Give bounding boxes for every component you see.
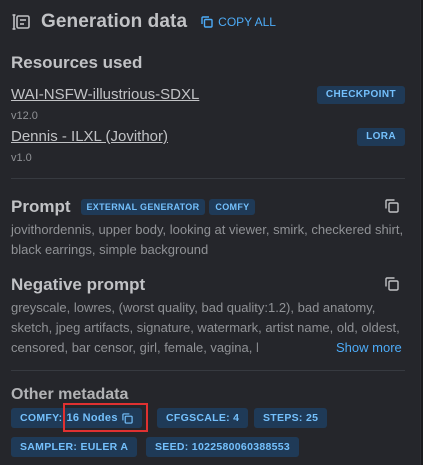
cfg-scale-chip: CFGSCALE: 4 [157, 408, 249, 428]
resources-title: Resources used [11, 53, 143, 72]
copy-prompt-icon[interactable] [385, 199, 399, 218]
prompt-badge: COMFY [209, 199, 256, 215]
copy-icon [201, 16, 213, 28]
generation-data-icon [11, 12, 31, 32]
divider [11, 178, 405, 179]
generation-data-panel: Generation data COPY ALL Resources used … [0, 0, 421, 465]
prompt-title: Prompt [11, 197, 71, 216]
show-more-link[interactable]: Show more [336, 340, 402, 355]
prompt-header: Prompt EXTERNAL GENERATOR COMFY [11, 197, 256, 217]
highlight-box [63, 403, 148, 432]
resource-link[interactable]: WAI-NSFW-illustrious-SDXL [11, 86, 199, 103]
steps-chip: STEPS: 25 [254, 408, 328, 428]
copy-all-button[interactable]: COPY ALL [201, 15, 276, 29]
resource-row: WAI-NSFW-illustrious-SDXL CHECKPOINT [11, 86, 405, 104]
prompt-badge: EXTERNAL GENERATOR [80, 199, 206, 215]
copy-all-label: COPY ALL [218, 15, 276, 29]
resource-row: Dennis - ILXL (Jovithor) LORA [11, 128, 405, 146]
header: Generation data COPY ALL [11, 9, 276, 35]
other-metadata-title: Other metadata [11, 386, 129, 403]
divider [11, 370, 405, 371]
resource-type-badge: CHECKPOINT [316, 86, 405, 104]
resource-link[interactable]: Dennis - ILXL (Jovithor) [11, 128, 168, 145]
resource-version: v12.0 [11, 110, 38, 122]
seed-chip: SEED: 1022580060388553 [146, 437, 300, 457]
resource-type-badge: LORA [357, 128, 405, 146]
page-title: Generation data [41, 11, 188, 32]
copy-negative-prompt-icon[interactable] [385, 277, 399, 296]
prompt-text: jovithordennis, upper body, looking at v… [11, 222, 404, 257]
text-fade [250, 338, 330, 358]
sampler-chip: SAMPLER: EULER A [11, 437, 138, 457]
comfy-label: COMFY: [20, 412, 63, 424]
negative-prompt-title: Negative prompt [11, 275, 146, 294]
resource-version: v1.0 [11, 152, 32, 164]
